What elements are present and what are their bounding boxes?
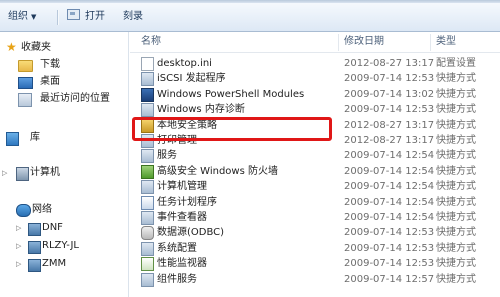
ini-file-icon (141, 57, 154, 71)
nav-recent-label: 最近访问的位置 (40, 93, 110, 104)
nav-computer[interactable]: ▷ 计算机 (2, 165, 126, 181)
nav-host-label: RLZY-JL (42, 240, 79, 251)
column-divider[interactable] (338, 34, 339, 51)
downloads-folder-icon (18, 60, 33, 72)
network-computer-icon (28, 259, 41, 272)
computer-management-icon (141, 180, 154, 195)
burn-label: 刻录 (123, 11, 143, 22)
nav-desktop-label: 桌面 (40, 76, 60, 87)
nav-network[interactable]: 网络 (2, 202, 126, 218)
nav-downloads[interactable]: 下载 (2, 57, 126, 73)
column-divider[interactable] (430, 34, 431, 51)
nav-host-item[interactable]: ▷ ZMM (2, 256, 126, 272)
memory-diagnostic-icon (141, 103, 154, 118)
nav-computer-label: 计算机 (30, 167, 60, 178)
open-icon (67, 9, 80, 20)
column-date[interactable]: 修改日期 (344, 32, 384, 52)
file-name: 组件服务 (157, 273, 197, 285)
nav-downloads-label: 下载 (40, 59, 60, 70)
network-computer-icon (28, 241, 41, 254)
toolbar-separator (57, 10, 59, 25)
firewall-icon (141, 164, 154, 179)
column-type[interactable]: 类型 (436, 32, 456, 52)
odbc-icon (141, 226, 154, 241)
task-scheduler-icon (141, 195, 154, 210)
recent-places-icon (18, 93, 32, 107)
highlight-box (132, 117, 332, 141)
shortcut-icon (141, 72, 154, 87)
navigation-pane: ★ 收藏夹 下载 桌面 最近访问的位置 库 ▷ 计算机 网络 ▷ DNF ▷ R… (0, 32, 129, 297)
nav-network-label: 网络 (32, 204, 52, 215)
nav-libraries[interactable]: 库 (2, 130, 126, 146)
desktop-icon (18, 77, 33, 89)
file-date: 2009-07-14 12:57 (344, 273, 435, 285)
open-label: 打开 (85, 11, 105, 22)
computer-icon (16, 167, 29, 181)
column-header: 名称 修改日期 类型 (130, 32, 500, 53)
nav-favorites[interactable]: ★ 收藏夹 (2, 40, 126, 56)
library-icon (6, 132, 19, 146)
nav-desktop[interactable]: 桌面 (2, 74, 126, 90)
nav-favorites-label: 收藏夹 (21, 42, 51, 53)
burn-button[interactable]: 刻录 (123, 9, 143, 25)
nav-host-item[interactable]: ▷ RLZY-JL (2, 238, 126, 254)
performance-monitor-icon (141, 257, 154, 272)
organize-button[interactable]: 组织 ▼ (8, 9, 36, 25)
powershell-icon (141, 87, 154, 102)
nav-host-label: ZMM (42, 258, 67, 269)
chevron-right-icon[interactable]: ▷ (16, 220, 21, 236)
star-icon: ★ (6, 40, 17, 54)
file-type: 快捷方式 (436, 273, 476, 285)
file-row[interactable]: 组件服务 2009-07-14 12:57 快捷方式 (130, 271, 500, 288)
chevron-right-icon[interactable]: ▷ (2, 165, 7, 181)
network-icon (16, 204, 31, 217)
system-config-icon (141, 241, 154, 256)
component-services-icon (141, 272, 154, 287)
open-button[interactable]: 打开 (67, 9, 105, 25)
chevron-right-icon[interactable]: ▷ (16, 238, 21, 254)
services-icon (141, 149, 154, 164)
nav-host-item[interactable]: ▷ DNF (2, 220, 126, 236)
nav-libraries-label: 库 (30, 132, 40, 143)
nav-recent-places[interactable]: 最近访问的位置 (2, 91, 126, 107)
network-computer-icon (28, 223, 41, 236)
nav-host-label: DNF (42, 222, 63, 233)
command-bar: 组织 ▼ 打开 刻录 (0, 3, 500, 32)
column-name[interactable]: 名称 (141, 32, 161, 52)
chevron-right-icon[interactable]: ▷ (16, 256, 21, 272)
chevron-down-icon: ▼ (31, 13, 37, 21)
organize-label: 组织 (8, 11, 28, 22)
event-viewer-icon (141, 211, 154, 225)
